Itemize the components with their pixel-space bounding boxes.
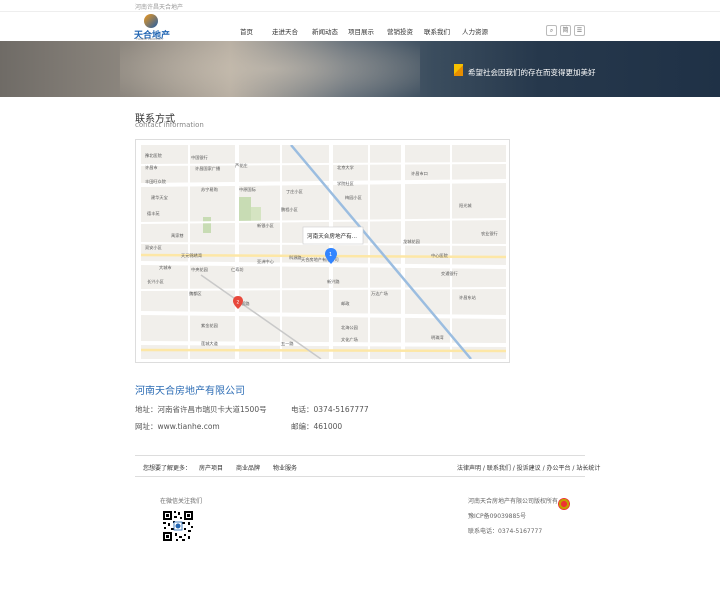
map-marker-number: 2 [237, 300, 240, 306]
banner-image [120, 41, 420, 97]
map-label: 中原国际 [239, 186, 256, 193]
map-label: 许昌东站 [459, 294, 476, 301]
menu-icon[interactable]: ☰ [574, 25, 585, 36]
wechat-qr-code [162, 510, 194, 542]
section-subtitle: contact information [135, 121, 204, 129]
footer-link-property[interactable]: 物业服务 [273, 463, 297, 472]
nav-item-about[interactable]: 走进天合 [272, 26, 298, 36]
map-label: 龙城花园 [403, 238, 420, 245]
map-label: 丁庄小区 [286, 188, 303, 195]
footer-link-brands[interactable]: 商业品牌 [236, 463, 260, 472]
location-map[interactable]: 豫北医院 中国银行 许昌市 许昌国家广播 丰田旺众院 芦花庄 苏宁易购 中原国际… [135, 139, 510, 363]
search-icon[interactable]: ⌕ [546, 25, 557, 36]
map-label: 北京大学 [337, 164, 354, 171]
map-label: 芦花庄 [235, 162, 248, 169]
map-marker-number: 1 [329, 252, 332, 258]
map-label: 新银小区 [257, 222, 274, 229]
map-label: 丰田旺众院 [145, 178, 167, 185]
nav-item-home[interactable]: 首页 [240, 26, 253, 36]
company-address: 地址：河南省许昌市瑞贝卡大道1500号 [135, 405, 267, 414]
map-label: 阳光城 [459, 202, 472, 209]
qr-code-icon [162, 510, 194, 542]
map-label: 德丰苑 [147, 210, 160, 217]
map-label: 紫金花园 [201, 322, 218, 329]
map-label: 许昌国家广播 [195, 165, 221, 172]
map-label: 禹家巷 [171, 232, 184, 239]
map-label: 魏都区 [189, 290, 202, 297]
footer-follow-text: 在微信关注我们 [160, 498, 203, 505]
banner-slogan: 希望社会因我们的存在而变得更加美好 [468, 68, 596, 77]
language-icon[interactable]: 简 [560, 25, 571, 36]
map-label: 许昌市口 [411, 170, 428, 177]
map-label: 学院社区 [337, 180, 354, 187]
footer-copyright: 河南天合房地产有限公司版权所有 [468, 498, 559, 505]
map-label: 新兴路 [327, 278, 340, 285]
footer-more-label: 您想要了解更多： [143, 465, 192, 472]
map-label: 建华天宝 [151, 194, 168, 201]
map-label: 文化广场 [341, 336, 358, 343]
map-label: 大城市 [159, 264, 172, 271]
map-label: 双安小区 [145, 244, 162, 251]
map-popup[interactable]: 河南天合房地产有... [302, 226, 364, 245]
map-label: 豫北医院 [145, 152, 163, 159]
nav-item-contact[interactable]: 联系我们 [420, 12, 454, 41]
map-label: 明珠湾 [431, 334, 444, 341]
map-label: 中国银行 [191, 154, 208, 161]
header: 天合地产 TIANHE PROPERTY 首页 走进天合 新闻动态 项目展示 营… [0, 12, 720, 41]
map-label: 梅园小区 [345, 194, 362, 201]
nav-item-marketing[interactable]: 营销投资 [387, 26, 413, 36]
map-label: 鹏程小区 [281, 206, 298, 213]
map-label: 苏宁易购 [201, 186, 218, 193]
map-label: 亚洲中心 [257, 258, 275, 265]
banner: 希望社会因我们的存在而变得更加美好 [0, 41, 720, 97]
map-label: 仁寿坊 [231, 266, 244, 273]
map-label: 北海公园 [341, 324, 358, 331]
map-label: 五一路 [281, 340, 294, 347]
nav-item-projects[interactable]: 项目展示 [348, 26, 374, 36]
map-label: 天元锦绣湾 [181, 252, 202, 259]
map-label: 农业银行 [481, 230, 498, 237]
top-strip: 河南许昌天合地产 [0, 0, 720, 12]
map-label: 长兴小区 [147, 278, 164, 285]
footer-link-projects[interactable]: 房产项目 [199, 463, 223, 472]
map-canvas[interactable]: 豫北医院 中国银行 许昌市 许昌国家广播 丰田旺众院 芦花庄 苏宁易购 中原国际… [141, 145, 506, 359]
map-label: 中央花园 [191, 266, 208, 273]
top-strip-text: 河南许昌天合地产 [135, 4, 184, 11]
footer-links-bar: 您想要了解更多： 房产项目 商业品牌 物业服务 法律声明 / 联系我们 / 投诉… [135, 455, 600, 477]
map-label: 万达广场 [371, 290, 388, 297]
police-badge-icon[interactable] [558, 498, 570, 510]
footer-contact-phone: 联系电话：0374-5167777 [468, 528, 543, 535]
nav-item-news[interactable]: 新闻动态 [312, 26, 338, 36]
map-label: 交通银行 [441, 270, 458, 277]
map-label: 邮政 [341, 300, 350, 307]
company-name: 河南天合房地产有限公司 [135, 386, 245, 397]
footer-right-links[interactable]: 法律声明 / 联系我们 / 投诉建议 / 办公平台 / 站长统计 [457, 463, 600, 472]
company-phone: 电话：0374-5167777 [291, 405, 369, 414]
nav-item-hr[interactable]: 人力资源 [462, 26, 488, 36]
map-label: 许昌市 [145, 164, 158, 171]
map-popup-text: 河南天合房地产有... [307, 232, 357, 240]
logo[interactable]: 天合地产 TIANHE PROPERTY [134, 14, 176, 41]
logo-emblem-icon [144, 14, 158, 28]
footer-icp[interactable]: 豫ICP备09039885号 [468, 511, 526, 520]
company-website[interactable]: 网址：www.tianhe.com [135, 421, 220, 432]
map-label: 中心医院 [431, 252, 449, 259]
company-postcode: 邮编：461000 [291, 422, 343, 431]
slogan-mark-icon [454, 64, 463, 76]
map-label: 莲城大道 [201, 340, 219, 347]
